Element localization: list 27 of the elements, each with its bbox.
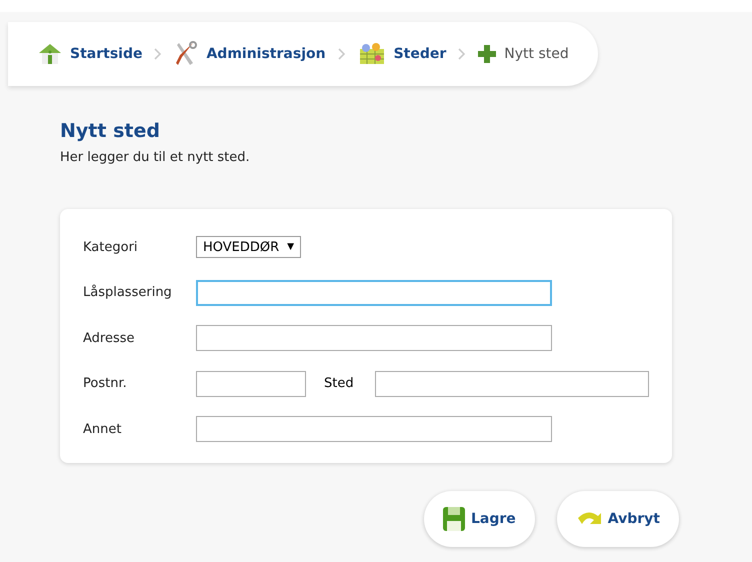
breadcrumb-current: Nytt sted — [504, 46, 569, 62]
field-label: Låsplassering — [83, 285, 173, 300]
field-label: Postnr. — [83, 376, 128, 391]
house-icon — [38, 42, 62, 66]
input-field[interactable] — [196, 280, 552, 306]
input-field[interactable] — [375, 370, 649, 396]
map-icon — [358, 42, 386, 66]
chevron-icon — [338, 48, 346, 60]
field-label: Sted — [324, 376, 355, 391]
chevron-icon — [154, 48, 162, 60]
save-button[interactable]: Lagre — [424, 491, 535, 547]
input-field[interactable] — [196, 325, 552, 351]
plus-icon — [478, 45, 496, 63]
tools-icon — [174, 41, 198, 67]
intro-text: Her legger du til et nytt sted. — [60, 150, 251, 165]
input-field[interactable] — [196, 370, 306, 396]
category-dropdown[interactable]: HOVEDDØR ▼ — [196, 236, 302, 258]
field-label: Adresse — [83, 330, 136, 346]
page-title: Nytt sted — [60, 120, 161, 142]
cancel-button[interactable]: Avbryt — [556, 491, 680, 547]
field-label: Kategori — [83, 240, 139, 254]
input-field[interactable] — [196, 416, 552, 442]
breadcrumb-link[interactable]: Steder — [394, 46, 446, 62]
breadcrumb-link[interactable]: Startside — [70, 46, 142, 62]
breadcrumb-link[interactable]: Administrasjon — [206, 46, 326, 62]
field-label: Annet — [83, 422, 122, 436]
chevron-icon — [458, 48, 466, 60]
